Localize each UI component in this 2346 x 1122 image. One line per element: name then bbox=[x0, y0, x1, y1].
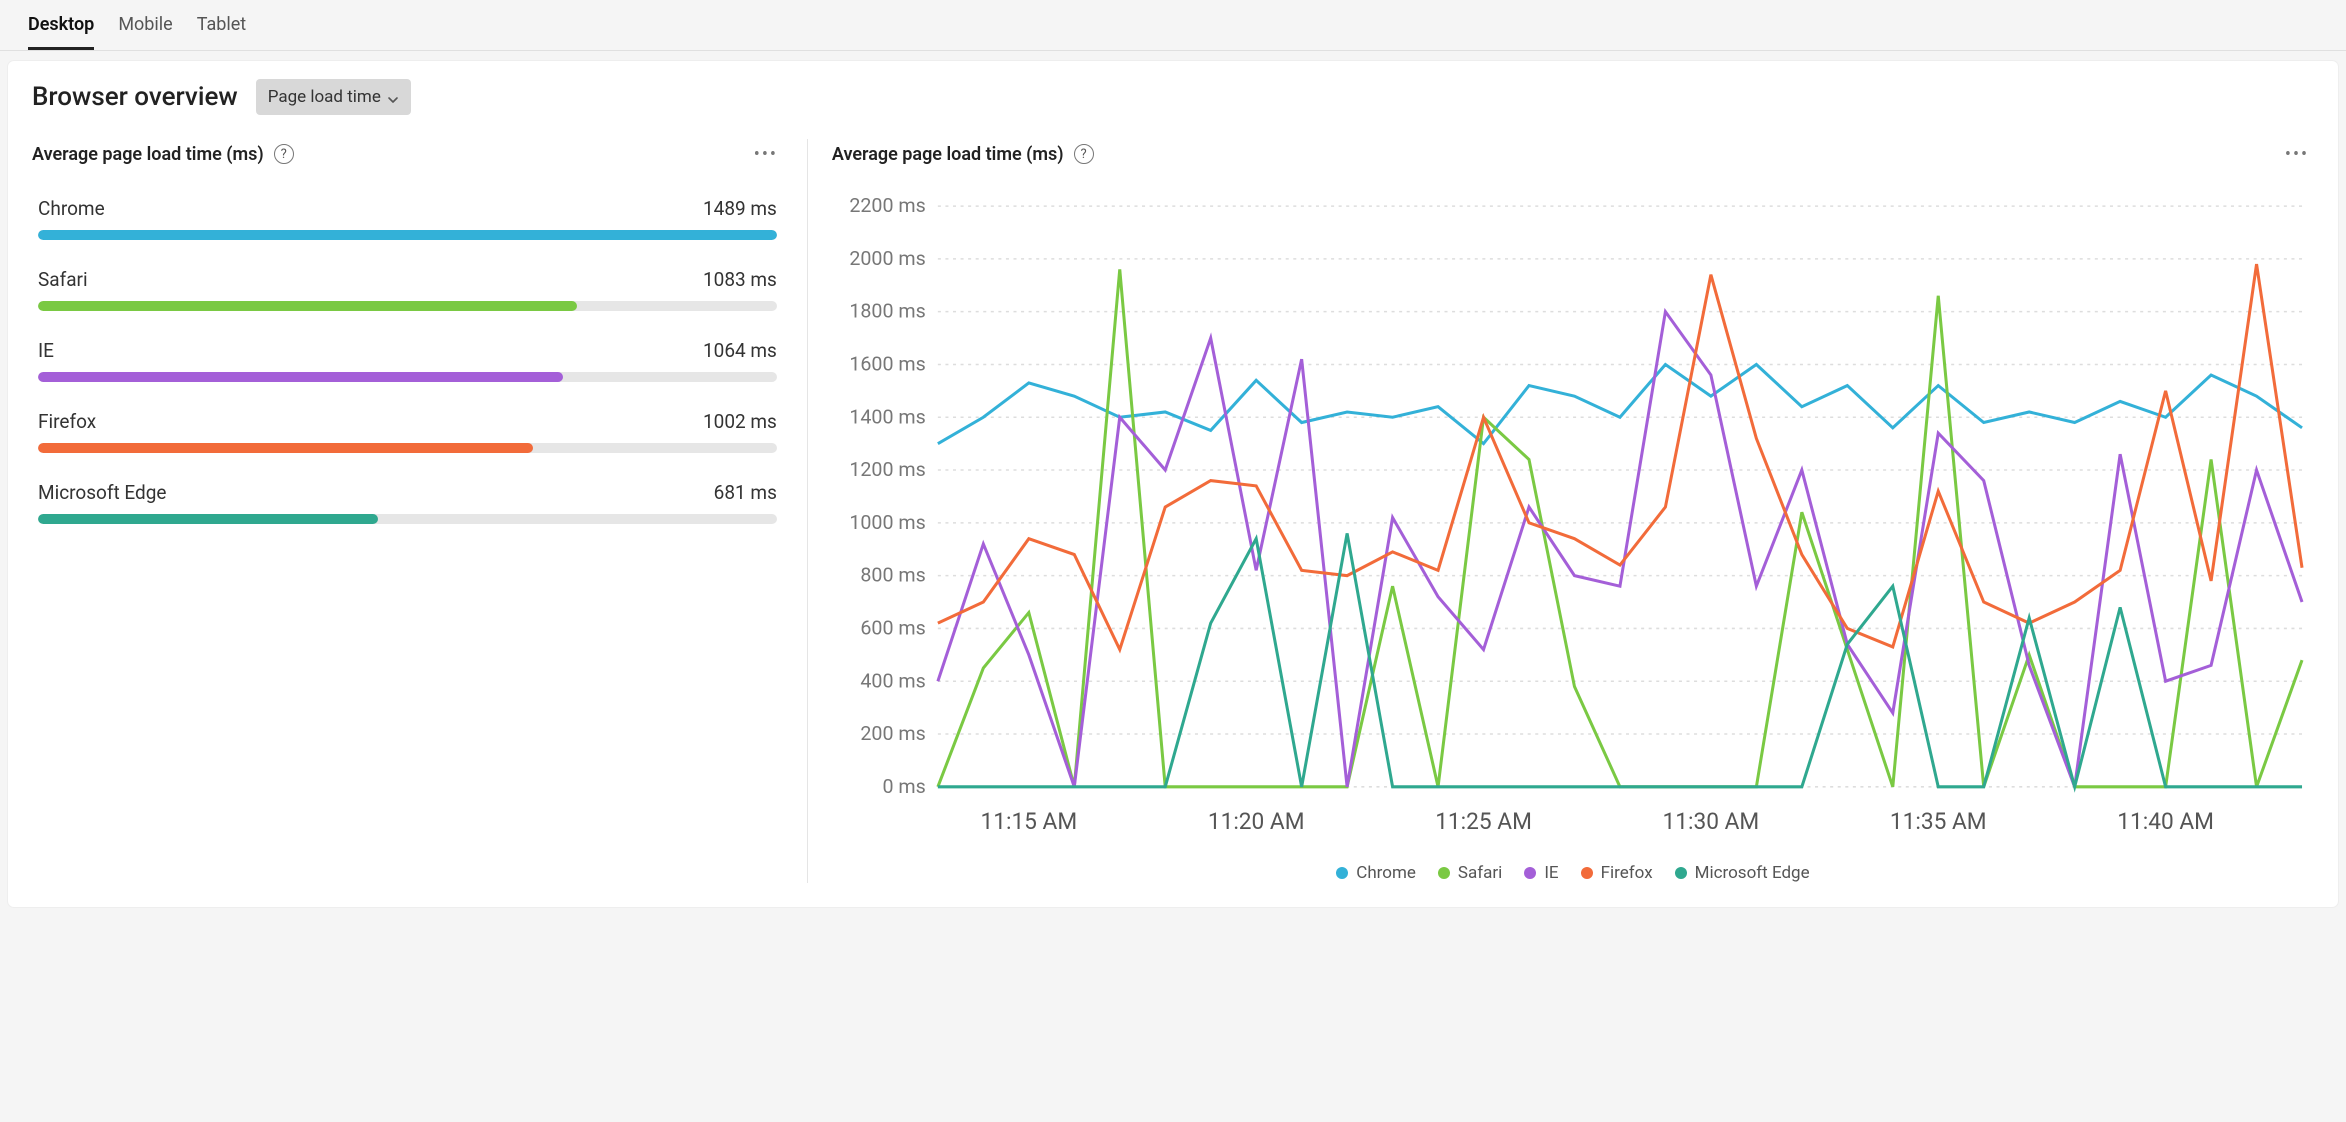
svg-text:2200 ms: 2200 ms bbox=[849, 197, 925, 217]
avg-load-bar-panel: Average page load time (ms) ? ••• Chrome… bbox=[32, 139, 808, 883]
legend-dot-icon bbox=[1524, 867, 1536, 879]
svg-text:1200 ms: 1200 ms bbox=[849, 458, 925, 481]
browser-value: 681 ms bbox=[714, 481, 777, 504]
legend-label: Safari bbox=[1458, 863, 1502, 883]
browser-name: Chrome bbox=[38, 197, 105, 220]
svg-text:11:25 AM: 11:25 AM bbox=[1435, 808, 1532, 835]
right-panel-title: Average page load time (ms) bbox=[832, 144, 1064, 165]
svg-text:0 ms: 0 ms bbox=[882, 775, 925, 798]
legend-dot-icon bbox=[1336, 867, 1348, 879]
card-header: Browser overview Page load time bbox=[32, 79, 2314, 115]
legend-item[interactable]: Microsoft Edge bbox=[1675, 863, 1810, 883]
bar-track bbox=[38, 514, 777, 524]
legend-item[interactable]: Safari bbox=[1438, 863, 1502, 883]
bar-fill bbox=[38, 443, 533, 453]
chevron-down-icon bbox=[387, 91, 399, 103]
bar-track bbox=[38, 230, 777, 240]
browser-name: Firefox bbox=[38, 410, 96, 433]
svg-text:1800 ms: 1800 ms bbox=[849, 300, 925, 323]
svg-text:800 ms: 800 ms bbox=[860, 564, 925, 587]
bar-fill bbox=[38, 514, 378, 524]
tab-desktop[interactable]: Desktop bbox=[28, 0, 94, 50]
svg-text:11:15 AM: 11:15 AM bbox=[980, 808, 1077, 835]
legend-label: Chrome bbox=[1356, 863, 1416, 883]
browser-row: Chrome 1489 ms bbox=[38, 197, 777, 240]
legend-dot-icon bbox=[1581, 867, 1593, 879]
browser-value: 1064 ms bbox=[703, 339, 777, 362]
more-actions-button[interactable]: ••• bbox=[2280, 139, 2314, 169]
browser-bar-list: Chrome 1489 ms Safari 1083 ms IE 1064 ms Firef… bbox=[32, 197, 783, 524]
line-chart-svg: 2200 ms 2000 ms 1800 ms 1600 ms 1400 ms 1200 … bbox=[832, 197, 2314, 847]
metric-dropdown[interactable]: Page load time bbox=[256, 79, 411, 115]
browser-overview-card: Browser overview Page load time Average … bbox=[8, 61, 2338, 907]
browser-row: Safari 1083 ms bbox=[38, 268, 777, 311]
bar-track bbox=[38, 372, 777, 382]
avg-load-line-panel: Average page load time (ms) ? ••• 2200 m… bbox=[808, 139, 2314, 883]
device-tabbar: Desktop Mobile Tablet bbox=[0, 0, 2346, 51]
chart-legend: Chrome Safari IE Firefox Microsoft Edge bbox=[832, 863, 2314, 883]
page-title: Browser overview bbox=[32, 82, 238, 112]
legend-label: IE bbox=[1544, 863, 1558, 883]
bar-track bbox=[38, 301, 777, 311]
browser-name: Safari bbox=[38, 268, 88, 291]
legend-item[interactable]: Chrome bbox=[1336, 863, 1416, 883]
bar-track bbox=[38, 443, 777, 453]
svg-text:11:40 AM: 11:40 AM bbox=[2117, 808, 2214, 835]
legend-item[interactable]: IE bbox=[1524, 863, 1558, 883]
legend-item[interactable]: Firefox bbox=[1581, 863, 1653, 883]
browser-value: 1489 ms bbox=[703, 197, 777, 220]
browser-row: IE 1064 ms bbox=[38, 339, 777, 382]
left-panel-title: Average page load time (ms) bbox=[32, 144, 264, 165]
metric-dropdown-label: Page load time bbox=[268, 87, 381, 107]
more-actions-button[interactable]: ••• bbox=[749, 139, 783, 169]
svg-text:11:35 AM: 11:35 AM bbox=[1890, 808, 1987, 835]
svg-text:1400 ms: 1400 ms bbox=[849, 405, 925, 428]
line-chart: 2200 ms 2000 ms 1800 ms 1600 ms 1400 ms 1200 … bbox=[832, 197, 2314, 883]
svg-text:11:20 AM: 11:20 AM bbox=[1208, 808, 1305, 835]
tab-mobile[interactable]: Mobile bbox=[118, 0, 172, 50]
svg-text:400 ms: 400 ms bbox=[860, 669, 925, 692]
legend-dot-icon bbox=[1438, 867, 1450, 879]
bar-fill bbox=[38, 301, 577, 311]
tab-tablet[interactable]: Tablet bbox=[197, 0, 246, 50]
browser-row: Microsoft Edge 681 ms bbox=[38, 481, 777, 524]
legend-label: Microsoft Edge bbox=[1695, 863, 1810, 883]
svg-text:1600 ms: 1600 ms bbox=[849, 353, 925, 376]
legend-dot-icon bbox=[1675, 867, 1687, 879]
legend-label: Firefox bbox=[1601, 863, 1653, 883]
bar-fill bbox=[38, 372, 563, 382]
browser-row: Firefox 1002 ms bbox=[38, 410, 777, 453]
help-icon[interactable]: ? bbox=[274, 144, 294, 164]
svg-text:11:30 AM: 11:30 AM bbox=[1662, 808, 1759, 835]
browser-value: 1083 ms bbox=[703, 268, 777, 291]
svg-text:200 ms: 200 ms bbox=[860, 722, 925, 745]
svg-text:600 ms: 600 ms bbox=[860, 616, 925, 639]
bar-fill bbox=[38, 230, 777, 240]
browser-name: Microsoft Edge bbox=[38, 481, 167, 504]
svg-text:2000 ms: 2000 ms bbox=[849, 247, 925, 270]
more-icon: ••• bbox=[754, 144, 778, 165]
browser-name: IE bbox=[38, 339, 54, 362]
more-icon: ••• bbox=[2285, 144, 2309, 165]
help-icon[interactable]: ? bbox=[1074, 144, 1094, 164]
svg-text:1000 ms: 1000 ms bbox=[849, 511, 925, 534]
browser-value: 1002 ms bbox=[703, 410, 777, 433]
